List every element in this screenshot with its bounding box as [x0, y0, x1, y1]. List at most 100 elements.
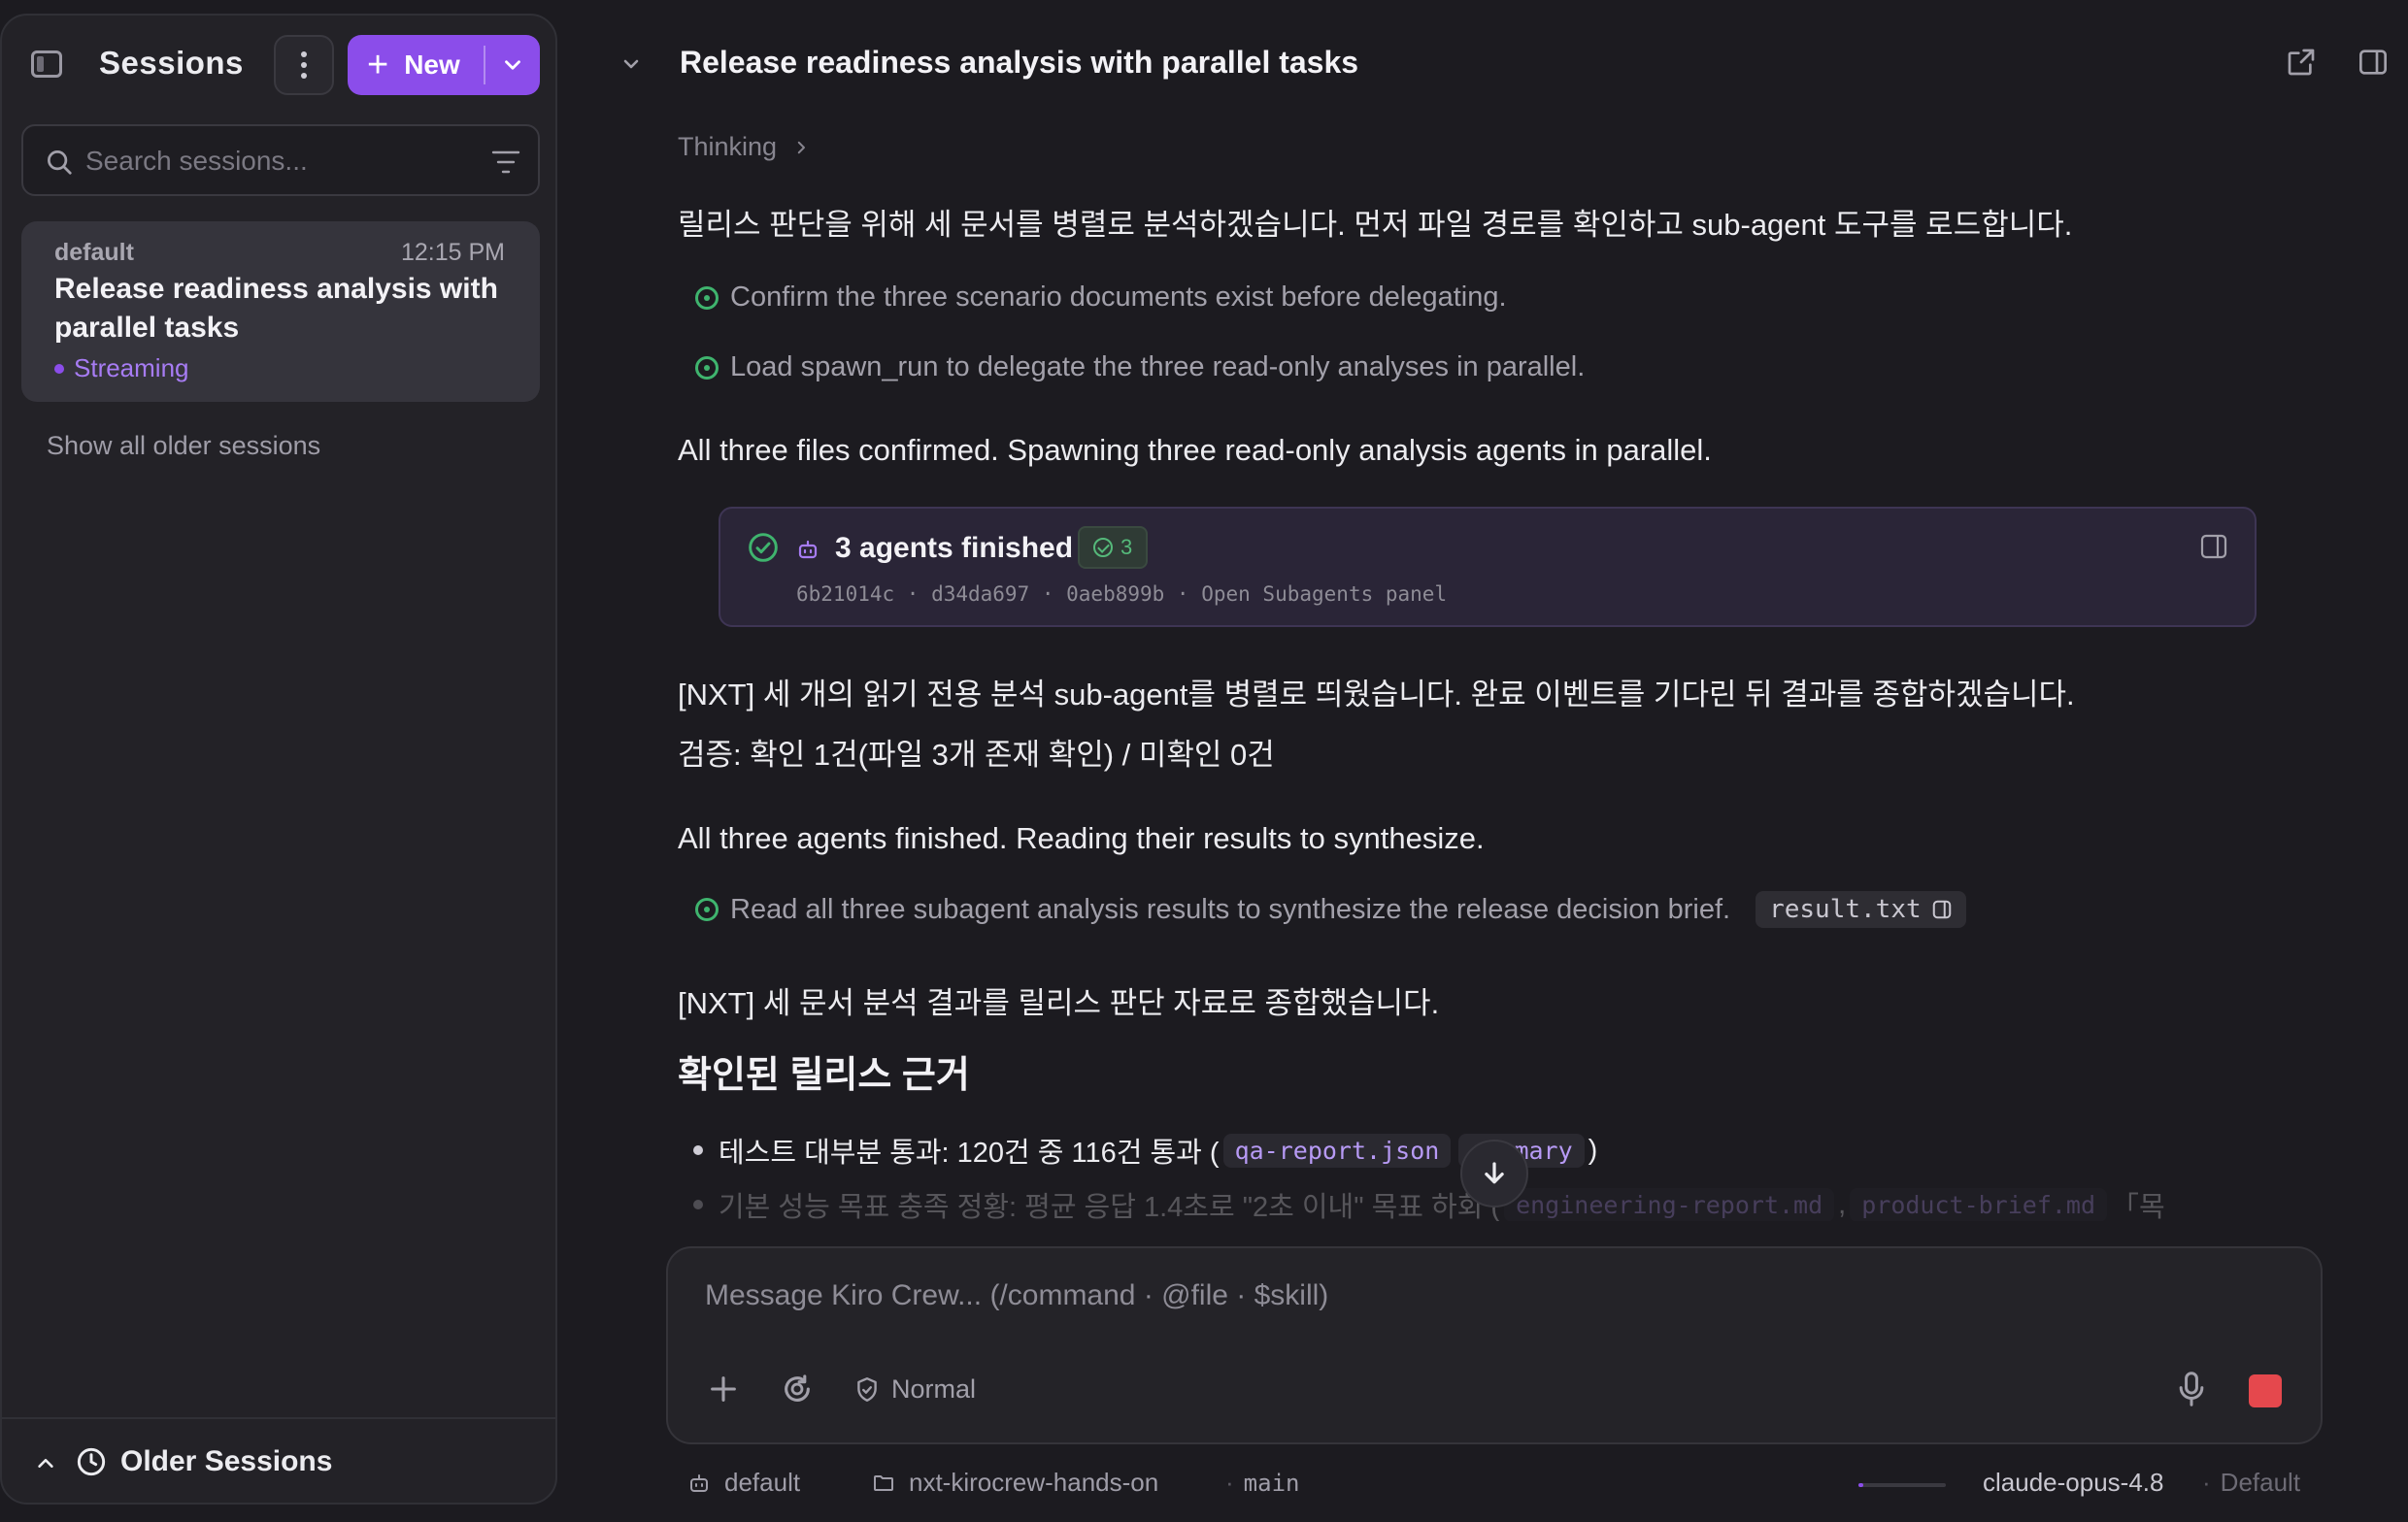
bullet-text: 기본 성능 목표 충족 정황: 평균 응답 1.4초로 "2초 이내" 목표 하…	[719, 1192, 1501, 1221]
streaming-dot-icon	[54, 363, 64, 374]
subagents-title: 3 agents finished	[835, 532, 1074, 564]
chevron-right-icon	[797, 141, 806, 153]
step-status-icon	[695, 355, 719, 380]
separator: ·	[2202, 1468, 2211, 1497]
collapse-chevron-icon[interactable]	[619, 52, 643, 76]
step-text: Load spawn_run to delegate the three rea…	[730, 351, 1586, 382]
sidebar-title: Sessions	[99, 45, 244, 81]
sidebar-toggle-icon[interactable]	[31, 50, 62, 78]
session-status-label: Streaming	[74, 353, 189, 382]
inline-code: qa-report.json	[1222, 1133, 1452, 1168]
badge-count: 3	[1120, 535, 1133, 559]
workspace-folder[interactable]: nxt-kirocrew-hands-on	[872, 1468, 1158, 1498]
profile-selector[interactable]: · Default	[2202, 1468, 2300, 1498]
bullet-text: )	[1588, 1134, 1598, 1166]
git-branch[interactable]: · main	[1225, 1468, 1299, 1498]
thinking-label: Thinking	[678, 132, 778, 161]
new-session-button[interactable]: + New	[348, 35, 540, 95]
verification-line: 검증: 확인 1건(파일 3개 존재 확인) / 미확인 0건	[678, 738, 1275, 772]
conversation-thread: Thinking 릴리스 판단을 위해 세 문서를 병렬로 분석하겠습니다. 먼…	[678, 126, 2328, 1221]
toggle-panel-icon[interactable]	[2358, 47, 2389, 78]
new-session-main[interactable]: + New	[348, 46, 485, 84]
search-sessions-input[interactable]: Search sessions...	[21, 124, 540, 196]
search-placeholder: Search sessions...	[85, 146, 308, 176]
file-chip-label: result.txt	[1769, 895, 1922, 924]
chevron-up-icon	[38, 1458, 53, 1468]
clock-icon	[77, 1447, 106, 1476]
inline-code: engineering-report.md	[1504, 1187, 1835, 1221]
message-paragraph: All three files confirmed. Spawning thre…	[678, 433, 1712, 467]
new-session-label: New	[404, 50, 460, 80]
conversation-title: Release readiness analysis with parallel…	[680, 45, 1359, 80]
step-text: Read all three subagent analysis results…	[730, 893, 1731, 925]
message-paragraph: [NXT] 세 개의 읽기 전용 분석 sub-agent를 병렬로 띄웠습니다…	[678, 678, 2075, 711]
branch-label: main	[1243, 1469, 1300, 1497]
bot-icon	[798, 540, 818, 559]
tool-step[interactable]: Load spawn_run to delegate the three rea…	[695, 351, 1585, 383]
session-title: Release readiness analysis with parallel…	[54, 273, 498, 344]
attach-plus-icon[interactable]	[707, 1373, 740, 1406]
model-selector[interactable]: claude-opus-4.8	[1983, 1468, 2163, 1498]
stop-generation-button[interactable]	[2249, 1374, 2282, 1407]
new-session-dropdown[interactable]	[485, 52, 540, 78]
filter-icon[interactable]	[491, 149, 520, 175]
status-bar: default nxt-kirocrew-hands-on · main cla…	[666, 1464, 2323, 1503]
show-older-sessions-link[interactable]: Show all older sessions	[47, 431, 320, 461]
result-file-chip[interactable]: result.txt	[1756, 891, 1966, 928]
older-sessions-toggle[interactable]: Older Sessions	[2, 1417, 555, 1503]
completed-count-badge: 3	[1078, 526, 1149, 569]
thinking-toggle[interactable]: Thinking	[678, 132, 810, 162]
shield-check-icon	[857, 1376, 877, 1402]
arrow-down-icon	[1485, 1162, 1504, 1184]
check-icon	[1093, 538, 1113, 557]
step-status-icon	[695, 898, 719, 921]
plus-icon: +	[367, 45, 389, 85]
message-paragraph: [NXT] 세 문서 분석 결과를 릴리스 판단 자료로 종합했습니다.	[678, 986, 1440, 1020]
step-status-icon	[695, 285, 719, 310]
chevron-down-icon	[505, 60, 520, 70]
bullet-text: 테스트 대부분 통과: 120건 중 116건 통과 (	[719, 1138, 1220, 1169]
message-paragraph: All three agents finished. Reading their…	[678, 821, 1485, 855]
folder-icon	[874, 1474, 893, 1491]
permission-mode-button[interactable]: Normal	[854, 1374, 976, 1405]
context-usage-fill	[1858, 1483, 1864, 1487]
bot-icon	[690, 1473, 708, 1492]
scroll-to-bottom-button[interactable]	[1460, 1140, 1528, 1208]
agent-selector[interactable]: default	[687, 1468, 800, 1498]
message-paragraph: 릴리스 판단을 위해 세 문서를 병렬로 분석하겠습니다. 먼저 파일 경로를 …	[678, 208, 2073, 242]
session-time: 12:15 PM	[400, 239, 505, 266]
sessions-sidebar: Sessions + New Search sessions... defaul…	[0, 14, 557, 1505]
permission-mode-label: Normal	[891, 1374, 977, 1404]
folder-label: nxt-kirocrew-hands-on	[909, 1468, 1159, 1497]
sidebar-header: Sessions + New	[2, 16, 555, 113]
session-group: default	[54, 239, 134, 266]
subagent-ids[interactable]: 6b21014c · d34da697 · 0aeb899b · Open Su…	[796, 582, 1447, 606]
session-status: Streaming	[54, 353, 189, 383]
message-composer[interactable]: Message Kiro Crew... (/command · @file ·…	[666, 1246, 2323, 1444]
section-heading: 확인된 릴리스 근거	[678, 1055, 970, 1096]
inline-code: product-brief.md	[1850, 1187, 2108, 1221]
open-panel-icon	[1932, 900, 1951, 919]
tool-step[interactable]: Read all three subagent analysis results…	[695, 891, 1966, 928]
subagents-card[interactable]: 3 agents finished 3 6b21014c · d34da697 …	[719, 507, 2257, 627]
composer-placeholder[interactable]: Message Kiro Crew... (/command · @file ·…	[705, 1279, 1328, 1312]
bullet-text: 「목	[2111, 1192, 2165, 1221]
list-item: 기본 성능 목표 충족 정황: 평균 응답 1.4초로 "2초 이내" 목표 하…	[719, 1184, 2165, 1221]
older-sessions-label: Older Sessions	[120, 1445, 333, 1477]
context-usage-bar	[1858, 1483, 1946, 1487]
search-icon	[48, 150, 72, 175]
check-circle-icon	[749, 533, 778, 562]
more-options-button[interactable]	[274, 35, 334, 95]
conversation-header: Release readiness analysis with parallel…	[583, 0, 2408, 126]
more-vertical-icon	[301, 62, 307, 68]
agent-label: default	[724, 1468, 801, 1497]
model-label: claude-opus-4.8	[1983, 1468, 2164, 1497]
open-panel-icon[interactable]	[2200, 534, 2227, 559]
profile-label: Default	[2220, 1468, 2301, 1497]
separator: ·	[1225, 1468, 1234, 1497]
microphone-icon[interactable]	[2175, 1371, 2208, 1407]
session-item-active[interactable]: default 12:15 PM Release readiness analy…	[21, 221, 540, 402]
context-refresh-icon[interactable]	[781, 1373, 814, 1406]
open-external-icon[interactable]	[2286, 47, 2317, 78]
tool-step[interactable]: Confirm the three scenario documents exi…	[695, 281, 1507, 314]
